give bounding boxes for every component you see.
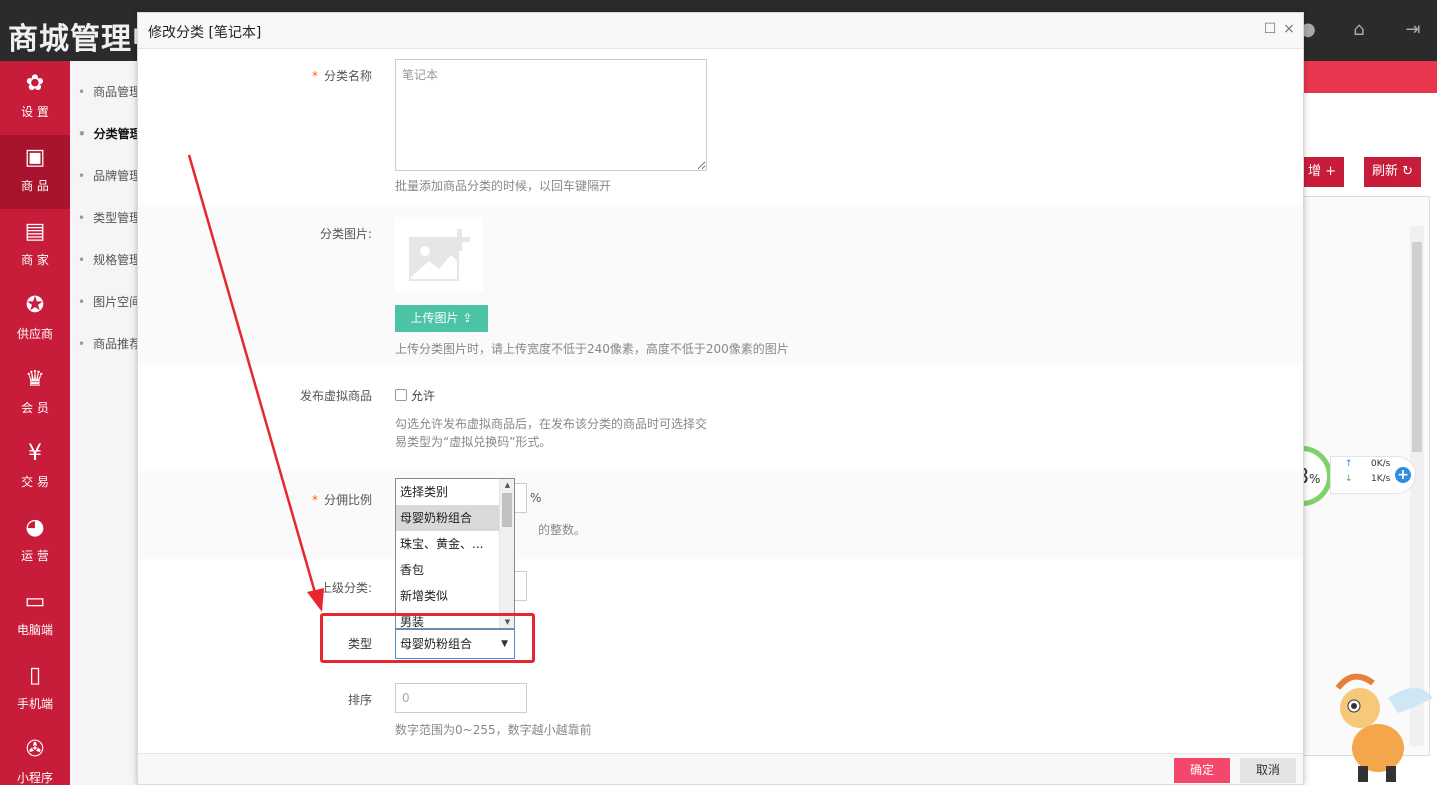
shopping-bag-icon: ▣ [24, 145, 46, 170]
sort-hint: 数字范围为0~255，数字越小越靠前 [395, 723, 592, 737]
type-dropdown-list[interactable]: 选择类别 母婴奶粉组合 珠宝、黄金、... 香包 新增类似 男装 ▲ ▼ [395, 478, 515, 629]
name-hint: 批量添加商品分类的时候，以回车键隔开 [395, 179, 612, 193]
type-option[interactable]: 新增类似 [396, 583, 500, 609]
sort-label: 排序 [347, 693, 372, 707]
virtual-row: 发布虚拟商品 允许 勾选允许发布虚拟商品后，在发布该分类的商品时可选择交 易类型… [138, 365, 1303, 471]
commission-hint: 的整数。 [538, 523, 587, 537]
sidebar-item-member[interactable]: ♛ 会 员 [0, 357, 70, 431]
subnav-item-recommend[interactable]: 商品推荐 [70, 323, 140, 365]
sidebar-item-label: 供应商 [16, 327, 53, 341]
pie-chart-icon: ◕ [25, 515, 45, 540]
maximize-icon[interactable]: ☐ [1262, 21, 1278, 37]
upload-icon: ⇪ [462, 311, 473, 325]
type-option[interactable]: 香包 [396, 557, 500, 583]
sidebar-item-operation[interactable]: ◕ 运 营 [0, 505, 70, 579]
sort-row: 排序 0 数字范围为0~255，数字越小越靠前 [138, 675, 1303, 753]
subnav-item-type[interactable]: 类型管理 [70, 197, 140, 239]
dialog-header: 修改分类 [笔记本] ☐ × [138, 13, 1303, 49]
edit-category-dialog: 修改分类 [笔记本] ☐ × *分类名称 批量添加商品分类的时候，以回车键隔开 … [137, 12, 1304, 785]
image-row: 分类图片: 上传图片 ⇪ 上传分类图片时，请上传宽度不低于240像素，高度不低于… [138, 205, 1303, 365]
subnav: 商品管理 分类管理 品牌管理 类型管理 规格管理 图片空间 商品推荐 [70, 61, 140, 785]
sidebar-item-supplier[interactable]: ✪ 供应商 [0, 283, 70, 357]
type-option[interactable]: 母婴奶粉组合 [396, 505, 500, 531]
confirm-button[interactable]: 确定 [1174, 758, 1230, 783]
sidebar-item-trade[interactable]: ¥ 交 易 [0, 431, 70, 505]
sidebar-item-pc[interactable]: ▭ 电脑端 [0, 579, 70, 653]
plus-icon[interactable]: + [1395, 467, 1411, 483]
subnav-item-category[interactable]: 分类管理 [70, 113, 140, 155]
type-option[interactable]: 珠宝、黄金、... [396, 531, 500, 557]
pony-mascot-icon [1335, 673, 1433, 782]
parent-row: 上级分类: [138, 559, 1303, 615]
image-hint: 上传分类图片时，请上传宽度不低于240像素，高度不低于200像素的图片 [395, 342, 789, 356]
cancel-button[interactable]: 取消 [1240, 758, 1296, 783]
percent-sign: % [530, 491, 542, 505]
sidebar-item-miniprogram[interactable]: ✇ 小程序 [0, 727, 70, 785]
dialog-footer: 确定 取消 [138, 753, 1303, 784]
image-label: 分类图片: [319, 227, 372, 241]
dialog-title: 修改分类 [笔记本] [148, 25, 262, 41]
upload-arrow-icon: ↑ [1345, 459, 1353, 469]
download-arrow-icon: ↓ [1345, 474, 1353, 484]
subnav-item-images[interactable]: 图片空间 [70, 281, 140, 323]
category-name-textarea[interactable] [395, 59, 707, 171]
sidebar-item-settings[interactable]: ✿ 设 置 [0, 61, 70, 135]
download-speed: 1K/s [1371, 474, 1391, 484]
crown-icon: ♛ [25, 367, 45, 392]
type-row: 类型 [138, 615, 1303, 675]
badge-icon: ✪ [25, 293, 45, 318]
refresh-button[interactable]: 刷新 ↻ [1364, 157, 1422, 187]
sidebar-item-merchant[interactable]: ▤ 商 家 [0, 209, 70, 283]
parent-label: 上级分类: [319, 581, 372, 595]
virtual-hint-1: 勾选允许发布虚拟商品后，在发布该分类的商品时可选择交 [395, 417, 708, 431]
virtual-label: 发布虚拟商品 [299, 389, 372, 403]
allow-virtual-checkbox[interactable] [395, 389, 407, 401]
name-label: * 分类名称 [311, 69, 372, 83]
sidebar-item-label: 运 营 [21, 549, 49, 563]
sidebar-item-label: 商 品 [21, 179, 49, 193]
sidebar-item-label: 小程序 [16, 771, 53, 785]
upload-image-button[interactable]: 上传图片 ⇪ [395, 305, 488, 332]
yen-icon: ¥ [28, 441, 42, 466]
sidebar-item-label: 设 置 [21, 105, 49, 119]
sidebar-item-label: 手机端 [16, 697, 53, 711]
dropdown-scrollbar[interactable]: ▲ ▼ [499, 479, 514, 628]
sidebar-item-mobile[interactable]: ▯ 手机端 [0, 653, 70, 727]
subnav-item-goods[interactable]: 商品管理 [70, 71, 140, 113]
store-icon: ▤ [24, 219, 46, 244]
subnav-item-spec[interactable]: 规格管理 [70, 239, 140, 281]
sidebar: ✿ 设 置 ▣ 商 品 ▤ 商 家 ✪ 供应商 ♛ 会 员 ¥ 交 易 ◕ 运 … [0, 61, 70, 785]
commission-label: * 分佣比例 [311, 493, 372, 507]
allow-virtual-label[interactable]: 允许 [411, 387, 435, 404]
virtual-hint-2: 易类型为“虚拟兑换码”形式。 [395, 435, 552, 449]
scroll-up-icon[interactable]: ▲ [500, 479, 514, 491]
monitor-icon: ▭ [24, 589, 46, 614]
add-button[interactable]: 增 + [1300, 157, 1345, 187]
close-icon[interactable]: × [1281, 21, 1297, 37]
highlight-box [320, 613, 535, 663]
sidebar-item-label: 会 员 [21, 401, 49, 415]
sidebar-item-label: 交 易 [21, 475, 49, 489]
image-placeholder-icon [395, 217, 483, 291]
home-icon[interactable]: ⌂ [1347, 18, 1371, 42]
name-row: *分类名称 批量添加商品分类的时候，以回车键隔开 [138, 49, 1303, 205]
sort-input[interactable]: 0 [395, 683, 527, 713]
miniprogram-icon: ✇ [25, 737, 45, 762]
logout-icon[interactable]: ⇥ [1401, 18, 1425, 42]
subnav-item-brand[interactable]: 品牌管理 [70, 155, 140, 197]
gear-icon: ✿ [25, 71, 45, 96]
speed-readout: ↑ 0K/s ↓ 1K/s + [1330, 456, 1416, 494]
mobile-icon: ▯ [28, 663, 42, 688]
sidebar-item-label: 电脑端 [16, 623, 53, 637]
upload-speed: 0K/s [1371, 459, 1391, 469]
type-option[interactable]: 选择类别 [396, 479, 500, 505]
commission-row: * 分佣比例 % 的整数。 [138, 471, 1303, 559]
sidebar-item-label: 商 家 [21, 253, 49, 267]
sidebar-item-goods[interactable]: ▣ 商 品 [0, 135, 70, 209]
